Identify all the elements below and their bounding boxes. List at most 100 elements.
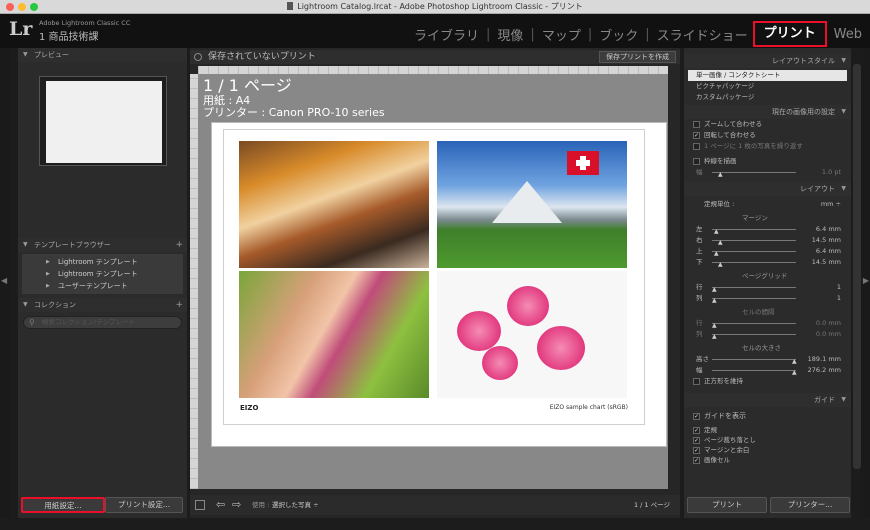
add-template-icon[interactable]: + xyxy=(175,238,183,252)
checkbox[interactable] xyxy=(693,121,700,128)
image-settings-header[interactable]: 現在の画像用の設定 ▼ xyxy=(684,105,851,119)
photo-children[interactable] xyxy=(239,271,429,398)
checkbox[interactable] xyxy=(693,158,700,165)
layout-style-header[interactable]: レイアウトスタイル ▼ xyxy=(684,54,851,68)
style-single-image[interactable]: 単一画像 / コンタクトシート xyxy=(688,70,847,81)
add-collection-icon[interactable]: + xyxy=(175,298,183,312)
margin-left-slider[interactable]: 左 ▲ 6.4 mm xyxy=(684,224,851,235)
collections-header[interactable]: ▼ コレクション + xyxy=(18,298,187,312)
slider-value[interactable]: 0.0 mm xyxy=(816,329,841,340)
slider-label: 幅 xyxy=(696,168,703,176)
photo-mountain-flag[interactable] xyxy=(437,141,627,268)
checkbox-checked[interactable]: ✓ xyxy=(693,447,700,454)
printer-button[interactable]: プリンター... xyxy=(770,497,850,513)
photo-breakfast[interactable] xyxy=(239,141,429,268)
module-develop[interactable]: 現像 xyxy=(492,25,528,44)
module-separator: | xyxy=(486,26,491,42)
photo-pink-blossoms[interactable] xyxy=(437,271,627,398)
keep-square-option[interactable]: 正方形を維持 xyxy=(684,376,851,387)
margin-right-slider[interactable]: 右 ▲ 14.5 mm xyxy=(684,235,851,246)
minimize-window-button[interactable] xyxy=(18,3,26,11)
layout-header[interactable]: レイアウト ▼ xyxy=(684,182,851,196)
zoom-window-button[interactable] xyxy=(30,3,38,11)
zoom-to-fill-option[interactable]: ズームして合わせる xyxy=(684,119,851,130)
margin-bottom-slider[interactable]: 下 ▲ 14.5 mm xyxy=(684,257,851,268)
preview-panel-header[interactable]: ▼ プレビュー xyxy=(18,48,187,62)
border-width-slider[interactable]: 幅 ▲ 1.0 pt xyxy=(684,167,851,178)
slider-knob[interactable]: ▲ xyxy=(712,295,717,306)
ruler-units-select[interactable]: mm ÷ xyxy=(821,199,841,210)
page-view-toggle[interactable] xyxy=(195,500,205,510)
close-window-button[interactable] xyxy=(6,3,14,11)
use-selector[interactable]: 選択した写真 ÷ xyxy=(272,495,319,515)
slider-knob[interactable]: ▲ xyxy=(712,331,717,342)
collection-search-input[interactable]: ⚲ 検索コレクション/テンプレート xyxy=(23,316,182,329)
guides-header[interactable]: ガイド ▼ xyxy=(684,393,851,407)
template-browser-header[interactable]: ▼ テンプレートブラウザー + xyxy=(18,238,187,252)
module-slideshow[interactable]: スライドショー xyxy=(652,25,753,44)
slider-value[interactable]: 276.2 mm xyxy=(808,365,841,376)
slider-value[interactable]: 1.0 pt xyxy=(822,167,841,178)
title-bar: Lightroom Catalog.lrcat - Adobe Photosho… xyxy=(0,0,870,14)
checkbox-checked[interactable]: ✓ xyxy=(693,427,700,434)
module-library[interactable]: ライブラリ xyxy=(409,25,484,44)
show-guides-option[interactable]: ✓ ガイドを表示 xyxy=(684,411,851,422)
template-folder-item[interactable]: ▶ ユーザーテンプレート xyxy=(22,280,183,292)
guide-margins-option[interactable]: ✓ マージンと余白 xyxy=(684,445,851,455)
grid-columns-slider[interactable]: 列 ▲ 1 xyxy=(684,293,851,304)
rotate-to-fit-option[interactable]: ✓ 回転して合わせる xyxy=(684,130,851,141)
next-page-icon[interactable]: ⇨ xyxy=(232,495,241,515)
left-panel-toggle[interactable]: ◀ xyxy=(0,48,10,518)
style-custom-package[interactable]: カスタムパッケージ xyxy=(688,92,847,103)
previous-page-icon[interactable]: ⇦ xyxy=(216,495,225,515)
cell-width-slider[interactable]: 幅 ▲ 276.2 mm xyxy=(684,365,851,376)
slider-value[interactable]: 14.5 mm xyxy=(812,235,841,246)
create-saved-print-button[interactable]: 保存プリントを作成 xyxy=(599,51,676,63)
print-toolbar: ⇦ ⇨ 使用 : 選択した写真 ÷ 1 / 1 ページ xyxy=(190,495,680,515)
slider-value[interactable]: 189.1 mm xyxy=(808,354,841,365)
right-panel-toggle[interactable]: ▶ xyxy=(860,48,870,518)
print-button[interactable]: プリント xyxy=(687,497,767,513)
spacing-columns-slider[interactable]: 列 ▲ 0.0 mm xyxy=(684,329,851,340)
page-setup-button[interactable]: 用紙設定... xyxy=(21,497,105,513)
slider-value[interactable]: 1 xyxy=(837,293,841,304)
print-settings-button[interactable]: プリント設定... xyxy=(105,497,183,513)
checkbox-checked[interactable]: ✓ xyxy=(693,437,700,444)
style-picture-package[interactable]: ピクチャパッケージ xyxy=(688,81,847,92)
guide-bleed-option[interactable]: ✓ ページ裁ち落とし xyxy=(684,435,851,445)
module-web[interactable]: Web xyxy=(827,27,864,42)
guide-image-cells-option[interactable]: ✓ 画像セル xyxy=(684,455,851,465)
module-map[interactable]: マップ xyxy=(537,25,586,44)
checkbox[interactable] xyxy=(693,143,700,150)
swiss-flag xyxy=(567,151,599,175)
right-panel-scrollbar[interactable] xyxy=(853,64,861,469)
stroke-border-option[interactable]: 枠線を描画 xyxy=(684,156,851,167)
margin-top-slider[interactable]: 上 ▲ 6.4 mm xyxy=(684,246,851,257)
guide-rulers-option[interactable]: ✓ 定規 xyxy=(684,425,851,435)
folder-expand-icon: ▶ xyxy=(46,271,50,277)
checkbox[interactable] xyxy=(693,378,700,385)
template-folder-item[interactable]: ▶ Lightroom テンプレート xyxy=(22,256,183,268)
grid-rows-slider[interactable]: 行 ▲ 1 xyxy=(684,282,851,293)
checkbox-checked[interactable]: ✓ xyxy=(693,413,700,420)
slider-value[interactable]: 1 xyxy=(837,282,841,293)
slider-value[interactable]: 0.0 mm xyxy=(816,318,841,329)
slider-value[interactable]: 6.4 mm xyxy=(816,246,841,257)
ruler-units-row[interactable]: 定規単位 : mm ÷ xyxy=(684,199,851,210)
slider-value[interactable]: 14.5 mm xyxy=(812,257,841,268)
checkbox-checked[interactable]: ✓ xyxy=(693,132,700,139)
slider-label: 行 xyxy=(696,283,703,291)
cell-height-slider[interactable]: 高さ ▲ 189.1 mm xyxy=(684,354,851,365)
slider-value[interactable]: 6.4 mm xyxy=(816,224,841,235)
slider-knob[interactable]: ▲ xyxy=(718,259,723,270)
spacing-rows-slider[interactable]: 行 ▲ 0.0 mm xyxy=(684,318,851,329)
module-print[interactable]: プリント xyxy=(752,21,827,47)
blossom xyxy=(537,326,585,370)
slider-knob[interactable]: ▲ xyxy=(718,169,723,180)
folder-expand-icon: ▶ xyxy=(46,259,50,265)
template-folder-item[interactable]: ▶ Lightroom テンプレート xyxy=(22,268,183,280)
module-book[interactable]: ブック xyxy=(594,25,643,44)
repeat-one-photo-option[interactable]: 1 ページに 1 枚の写真を繰り返す xyxy=(684,141,851,152)
checkbox-checked[interactable]: ✓ xyxy=(693,457,700,464)
